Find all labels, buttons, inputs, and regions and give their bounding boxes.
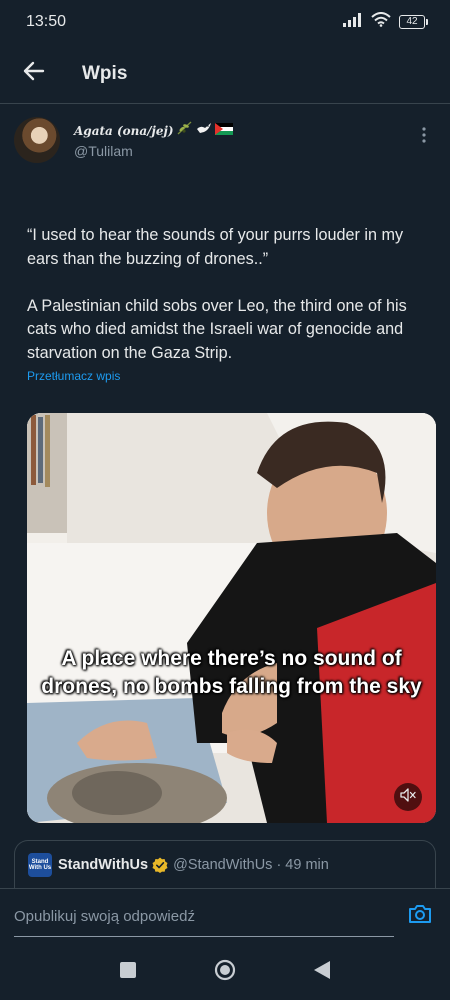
battery-icon: 42 <box>399 15 428 29</box>
status-time: 13:50 <box>26 13 67 30</box>
page-title: Wpis <box>82 62 128 84</box>
display-name-text: Agata (ona/jej) <box>74 123 174 138</box>
tweet-video[interactable]: A place where there’s no sound of drones… <box>27 413 436 823</box>
quoted-separator: · <box>276 857 282 873</box>
battery-level: 42 <box>399 15 425 29</box>
square-icon <box>120 961 137 983</box>
camera-icon <box>408 904 432 929</box>
avatar[interactable] <box>14 117 60 163</box>
video-frame-image <box>27 413 436 823</box>
home-circle-icon <box>214 959 236 986</box>
tweet-author: Agata (ona/jej) @Tulilam <box>14 117 436 167</box>
olive-branch-icon <box>177 121 193 140</box>
author-names: Agata (ona/jej) @Tulilam <box>74 121 233 159</box>
system-nav-bar <box>0 944 450 1000</box>
author-handle[interactable]: @Tulilam <box>74 143 233 159</box>
video-caption: A place where there’s no sound of drones… <box>41 647 422 698</box>
quoted-time: 49 min <box>285 857 329 873</box>
reply-input[interactable] <box>14 896 394 937</box>
volume-muted-icon <box>400 787 416 807</box>
more-vertical-icon <box>422 126 426 148</box>
verified-badge-icon <box>152 857 168 873</box>
quoted-avatar: Stand With Us <box>28 853 52 877</box>
home-button[interactable] <box>205 952 245 992</box>
more-options-button[interactable] <box>412 125 436 149</box>
display-name[interactable]: Agata (ona/jej) <box>74 121 233 140</box>
signal-icon <box>343 12 363 32</box>
header: Wpis <box>0 44 450 104</box>
status-bar: 13:50 42 <box>0 0 450 44</box>
translate-link[interactable]: Przetłumacz wpis <box>27 369 120 383</box>
palestine-flag-icon <box>214 122 233 140</box>
wifi-icon <box>371 12 391 32</box>
back-nav-button[interactable] <box>302 952 342 992</box>
triangle-back-icon <box>313 960 330 984</box>
tweet-text: “I used to hear the sounds of your purrs… <box>27 226 407 362</box>
quoted-handle: @StandWithUs <box>173 857 273 873</box>
status-icons: 42 <box>343 12 428 32</box>
recent-apps-button[interactable] <box>108 952 148 992</box>
mute-button[interactable] <box>394 783 422 811</box>
back-button[interactable] <box>14 54 54 94</box>
arrow-left-icon <box>23 61 45 86</box>
reply-bar <box>0 888 450 944</box>
quoted-name: StandWithUs <box>58 857 149 873</box>
dove-icon <box>196 121 212 140</box>
camera-button[interactable] <box>404 901 436 933</box>
quoted-tweet-header: Stand With Us StandWithUs @StandWithUs ·… <box>15 841 435 877</box>
